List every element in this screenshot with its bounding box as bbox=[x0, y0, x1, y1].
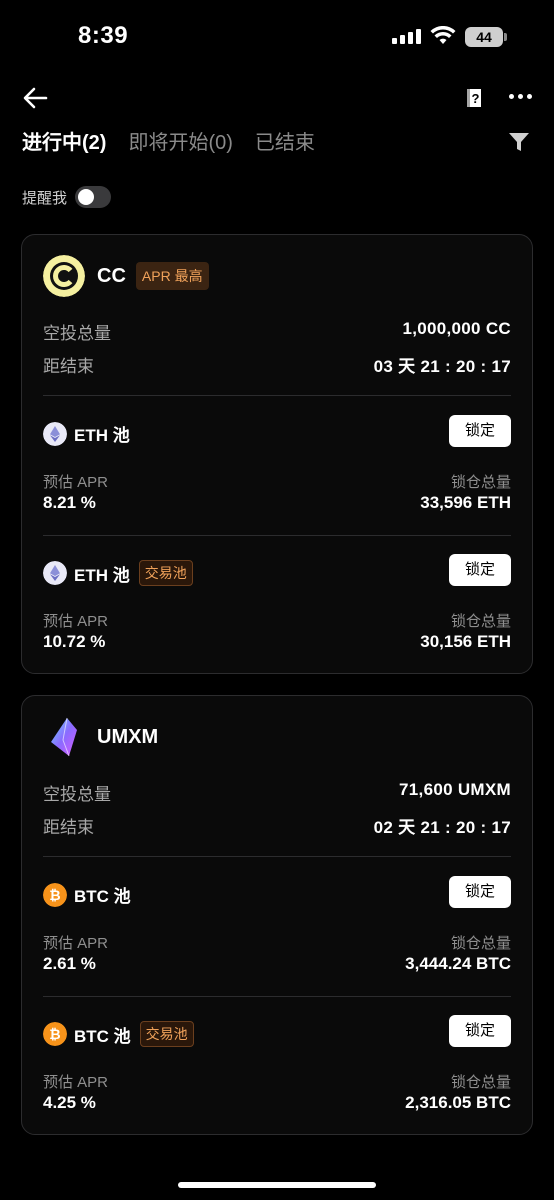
apr-value: 4.25 % bbox=[43, 1093, 96, 1112]
airdrop-value: 71,600 UMXM bbox=[399, 780, 511, 799]
lock-button[interactable]: 锁定 bbox=[449, 1015, 511, 1047]
pool-name: ETH 池 bbox=[74, 426, 130, 445]
total-locked-value: 3,444.24 BTC bbox=[405, 954, 511, 973]
lock-button[interactable]: 锁定 bbox=[449, 415, 511, 447]
pool-item: ₿ BTC 池 交易池 锁定 预估 APR 锁仓总量 4.25 % 2,316.… bbox=[43, 1015, 511, 1141]
svg-text:₿: ₿ bbox=[49, 1026, 60, 1042]
countdown-label: 距结束 bbox=[43, 818, 94, 837]
total-locked-label: 锁仓总量 bbox=[450, 1074, 511, 1091]
cellular-signal-icon bbox=[392, 29, 421, 44]
help-book-icon[interactable]: ? bbox=[463, 87, 485, 109]
airdrop-label: 空投总量 bbox=[43, 785, 111, 804]
svg-text:₿: ₿ bbox=[49, 887, 60, 903]
pool-header: ETH 池 交易池 bbox=[43, 560, 193, 586]
back-arrow-icon[interactable] bbox=[22, 86, 48, 110]
pool-name: BTC 池 bbox=[74, 887, 131, 906]
status-bar: 8:39 44 bbox=[0, 0, 554, 72]
umxm-crystal-icon bbox=[51, 717, 77, 757]
project-name: UMXM bbox=[97, 725, 159, 748]
divider bbox=[43, 395, 511, 396]
divider bbox=[43, 535, 511, 536]
apr-value: 10.72 % bbox=[43, 632, 106, 651]
project-header: CC APR 最高 bbox=[43, 255, 209, 297]
pool-item: ETH 池 锁定 预估 APR 锁仓总量 8.21 % 33,596 ETH bbox=[43, 415, 511, 541]
airdrop-value: 1,000,000 CC bbox=[402, 319, 511, 338]
eth-icon bbox=[43, 421, 67, 446]
btc-icon: ₿ bbox=[43, 1022, 67, 1046]
countdown-label: 距结束 bbox=[43, 357, 94, 376]
battery-icon: 44 bbox=[465, 27, 503, 47]
apr-label: 预估 APR bbox=[43, 935, 109, 952]
cc-coin-icon bbox=[43, 255, 85, 297]
apr-highest-badge: APR 最高 bbox=[135, 262, 209, 290]
project-card-cc: CC APR 最高 空投总量 1,000,000 CC 距结束 03 天 21 … bbox=[21, 234, 533, 674]
wifi-icon bbox=[430, 26, 456, 44]
pool-header: ₿ BTC 池 bbox=[43, 882, 131, 907]
project-name: CC bbox=[97, 264, 126, 287]
battery-tip bbox=[504, 33, 507, 41]
lock-button[interactable]: 锁定 bbox=[449, 554, 511, 586]
countdown-row: 距结束 02 天 21 : 20 : 17 bbox=[43, 813, 511, 838]
pool-name: BTC 池 bbox=[74, 1026, 131, 1046]
filter-icon[interactable] bbox=[508, 131, 530, 153]
pool-name: ETH 池 bbox=[74, 565, 130, 585]
airdrop-label: 空投总量 bbox=[43, 324, 111, 343]
apr-value: 2.61 % bbox=[43, 954, 96, 973]
pool-header: ₿ BTC 池 交易池 bbox=[43, 1021, 194, 1047]
svg-text:?: ? bbox=[472, 91, 480, 106]
countdown-row: 距结束 03 天 21 : 20 : 17 bbox=[43, 352, 511, 377]
countdown-value: 02 天 21 : 20 : 17 bbox=[373, 818, 511, 837]
total-locked-label: 锁仓总量 bbox=[450, 935, 511, 952]
btc-icon: ₿ bbox=[43, 882, 67, 907]
tab-ended[interactable]: 已结束 bbox=[255, 126, 315, 155]
eth-icon bbox=[43, 561, 67, 585]
project-card-umxm: UMXM 空投总量 71,600 UMXM 距结束 02 天 21 : 20 :… bbox=[21, 695, 533, 1135]
tab-ongoing[interactable]: 进行中(2) bbox=[22, 126, 106, 155]
airdrop-row: 空投总量 1,000,000 CC bbox=[43, 319, 511, 344]
pool-header: ETH 池 bbox=[43, 421, 130, 446]
remind-row: 提醒我 bbox=[22, 186, 112, 208]
lock-button[interactable]: 锁定 bbox=[449, 876, 511, 908]
apr-value: 8.21 % bbox=[43, 493, 96, 512]
status-tabs: 进行中(2) 即将开始(0) 已结束 bbox=[22, 126, 315, 155]
remind-toggle[interactable] bbox=[75, 186, 112, 208]
divider bbox=[43, 856, 511, 857]
divider bbox=[43, 996, 511, 997]
more-options-icon[interactable] bbox=[509, 94, 533, 102]
trade-pool-badge: 交易池 bbox=[138, 560, 193, 586]
total-locked-label: 锁仓总量 bbox=[450, 613, 511, 630]
countdown-value: 03 天 21 : 20 : 17 bbox=[373, 357, 511, 376]
trade-pool-badge: 交易池 bbox=[139, 1021, 194, 1047]
tab-upcoming[interactable]: 即将开始(0) bbox=[128, 126, 232, 155]
apr-label: 预估 APR bbox=[43, 474, 109, 491]
status-time: 8:39 bbox=[78, 22, 129, 49]
remind-label: 提醒我 bbox=[22, 189, 68, 207]
total-locked-value: 33,596 ETH bbox=[420, 493, 511, 512]
apr-label: 预估 APR bbox=[43, 1074, 109, 1091]
total-locked-value: 2,316.05 BTC bbox=[405, 1093, 511, 1112]
total-locked-value: 30,156 ETH bbox=[420, 632, 511, 651]
pool-item: ₿ BTC 池 锁定 预估 APR 锁仓总量 2.61 % 3,444.24 B… bbox=[43, 876, 511, 1002]
project-header: UMXM bbox=[43, 716, 158, 758]
home-indicator[interactable] bbox=[178, 1182, 376, 1188]
total-locked-label: 锁仓总量 bbox=[450, 474, 511, 491]
pool-item: ETH 池 交易池 锁定 预估 APR 锁仓总量 10.72 % 30,156 … bbox=[43, 554, 511, 680]
apr-label: 预估 APR bbox=[43, 613, 109, 630]
airdrop-row: 空投总量 71,600 UMXM bbox=[43, 780, 511, 805]
